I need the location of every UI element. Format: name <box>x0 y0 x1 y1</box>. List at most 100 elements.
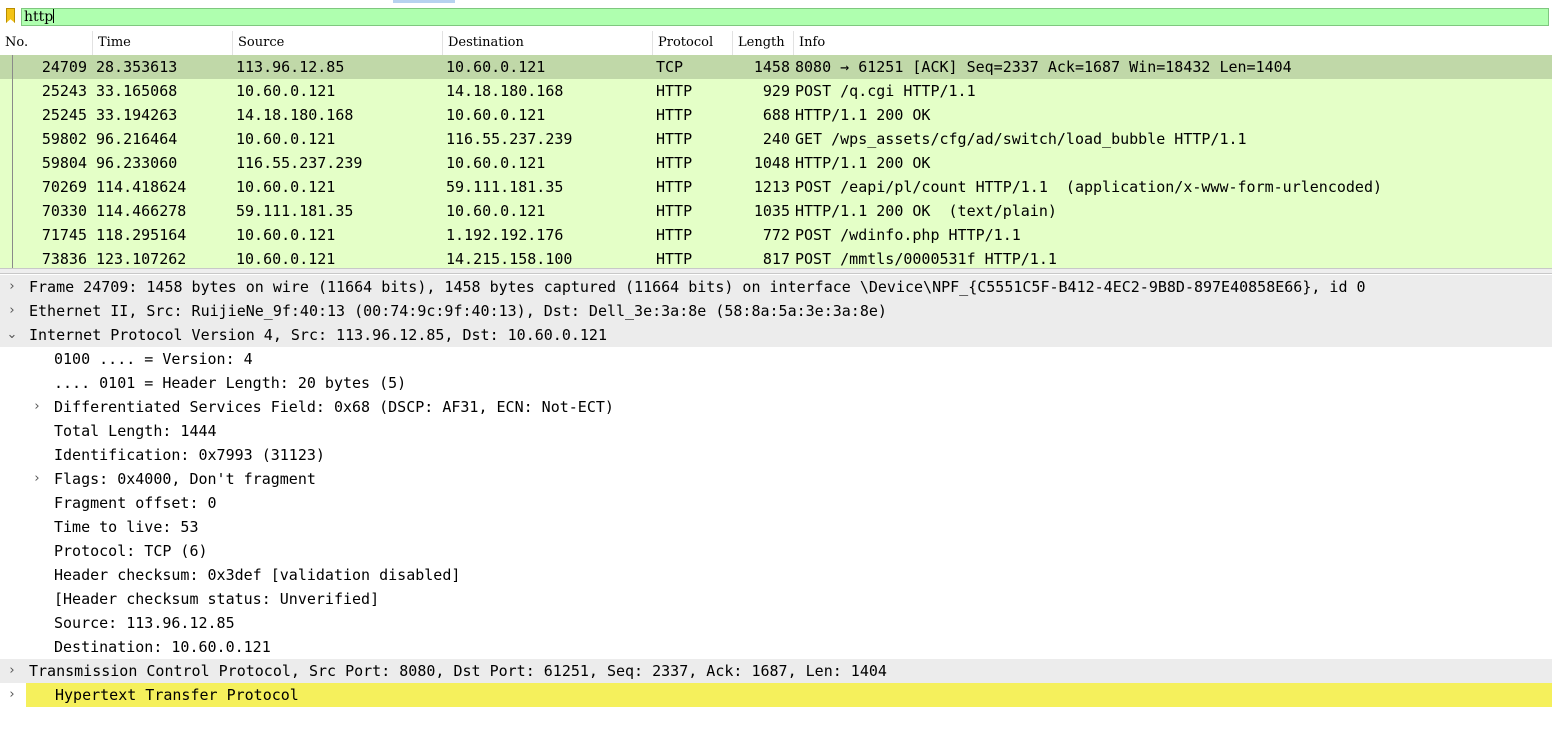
tree-node[interactable]: › Hypertext Transfer Protocol <box>9 683 1552 707</box>
collapsed-arrow-icon[interactable]: › <box>31 395 43 419</box>
packet-time: 33.165068 <box>96 82 178 100</box>
packet-time: 33.194263 <box>96 106 178 124</box>
packet-no: 70330 <box>41 202 87 220</box>
packet-info: 8080 → 61251 [ACK] Seq=2337 Ack=1687 Win… <box>795 58 1292 76</box>
tree-field[interactable]: Protocol: TCP (6) <box>0 539 1552 563</box>
packet-time: 114.418624 <box>96 178 187 196</box>
packet-length: 817 <box>762 250 790 268</box>
tree-node[interactable]: › Ethernet II, Src: RuijieNe_9f:40:13 (00… <box>0 299 1552 323</box>
tree-field[interactable]: [Header checksum status: Unverified] <box>0 587 1552 611</box>
collapsed-arrow-icon[interactable]: › <box>31 467 43 491</box>
packet-row[interactable]: 70330 114.466278 59.111.181.35 10.60.0.121 H… <box>0 199 1552 223</box>
packet-time: 28.353613 <box>96 58 178 76</box>
packet-source: 10.60.0.121 <box>236 130 336 148</box>
packet-source: 14.18.180.168 <box>236 106 354 124</box>
tree-field[interactable]: Fragment offset: 0 <box>0 491 1552 515</box>
tree-label: Ethernet II, Src: RuijieNe_9f:40:13 (00:… <box>29 302 887 320</box>
packet-row[interactable]: 59804 96.233060 116.55.237.239 10.60.0.121 H… <box>0 151 1552 175</box>
pane-splitter[interactable] <box>0 268 1552 274</box>
packet-info: GET /wps_assets/cfg/ad/switch/load_bubbl… <box>795 130 1247 148</box>
packet-length: 929 <box>762 82 790 100</box>
packet-source: 10.60.0.121 <box>236 82 336 100</box>
packet-destination: 10.60.0.121 <box>446 202 546 220</box>
packet-source: 113.96.12.85 <box>236 58 345 76</box>
packet-protocol: HTTP <box>656 226 693 244</box>
packet-protocol: HTTP <box>656 130 693 148</box>
packet-length: 1458 <box>753 58 790 76</box>
packet-time: 114.466278 <box>96 202 187 220</box>
tree-label: Frame 24709: 1458 bytes on wire (11664 b… <box>29 278 1366 296</box>
display-filter-input[interactable]: http <box>21 8 1549 26</box>
packet-length: 1048 <box>753 154 790 172</box>
tree-label: Protocol: TCP (6) <box>54 542 208 560</box>
packet-no: 71745 <box>41 226 87 244</box>
tree-field[interactable]: .... 0101 = Header Length: 20 bytes (5) <box>0 371 1552 395</box>
packet-list: 24709 28.353613 113.96.12.85 10.60.0.121 TCP… <box>0 55 1552 268</box>
packet-row[interactable]: 25245 33.194263 14.18.180.168 10.60.0.121 HT… <box>0 103 1552 127</box>
packet-length: 688 <box>762 106 790 124</box>
tree-field[interactable]: › Differentiated Services Field: 0x68 (DS… <box>0 395 1552 419</box>
packet-details-tree: › Frame 24709: 1458 bytes on wire (11664 … <box>0 275 1552 738</box>
tree-field[interactable]: Total Length: 1444 <box>0 419 1552 443</box>
packet-list-header: No. Time Source Destination Protocol Len… <box>0 31 1552 56</box>
packet-info: POST /wdinfo.php HTTP/1.1 <box>795 226 1021 244</box>
tree-node[interactable]: › Transmission Control Protocol, Src Port… <box>0 659 1552 683</box>
packet-protocol: HTTP <box>656 154 693 172</box>
collapsed-arrow-icon[interactable]: › <box>6 683 18 707</box>
packet-row[interactable]: 25243 33.165068 10.60.0.121 14.18.180.168 HT… <box>0 79 1552 103</box>
packet-row[interactable]: 73836 123.107262 10.60.0.121 14.215.158.100… <box>0 247 1552 268</box>
bookmark-icon[interactable] <box>6 8 15 23</box>
tree-field[interactable]: › Flags: 0x4000, Don't fragment <box>0 467 1552 491</box>
tree-label: Internet Protocol Version 4, Src: 113.96… <box>29 326 607 344</box>
column-header-protocol[interactable]: Protocol <box>653 31 733 55</box>
collapsed-arrow-icon[interactable]: › <box>6 659 18 683</box>
tree-field[interactable]: Time to live: 53 <box>0 515 1552 539</box>
tree-label: Flags: 0x4000, Don't fragment <box>54 470 316 488</box>
tree-label: Fragment offset: 0 <box>54 494 217 512</box>
tree-label: Header checksum: 0x3def [validation disa… <box>54 566 461 584</box>
collapsed-arrow-icon[interactable]: › <box>6 275 18 299</box>
packet-no: 24709 <box>41 58 87 76</box>
tree-node[interactable]: › Frame 24709: 1458 bytes on wire (11664 … <box>0 275 1552 299</box>
packet-row[interactable]: 71745 118.295164 10.60.0.121 1.192.192.176 H… <box>0 223 1552 247</box>
packet-time: 96.233060 <box>96 154 178 172</box>
column-header-source[interactable]: Source <box>233 31 443 55</box>
packet-destination: 10.60.0.121 <box>446 154 546 172</box>
packet-no: 25243 <box>41 82 87 100</box>
column-header-time[interactable]: Time <box>93 31 233 55</box>
tree-field[interactable]: 0100 .... = Version: 4 <box>0 347 1552 371</box>
packet-row[interactable]: 59802 96.216464 10.60.0.121 116.55.237.239 H… <box>0 127 1552 151</box>
column-header-info[interactable]: Info <box>794 31 1552 55</box>
column-header-length[interactable]: Length <box>733 31 794 55</box>
tree-label: Time to live: 53 <box>54 518 199 536</box>
collapsed-arrow-icon[interactable]: › <box>6 299 18 323</box>
packet-info: HTTP/1.1 200 OK <box>795 106 931 124</box>
packet-no: 70269 <box>41 178 87 196</box>
tree-field[interactable]: Header checksum: 0x3def [validation disa… <box>0 563 1552 587</box>
packet-no: 73836 <box>41 250 87 268</box>
tree-node[interactable]: ⌄ Internet Protocol Version 4, Src: 113.9… <box>0 323 1552 347</box>
tree-field[interactable]: Source: 113.96.12.85 <box>0 611 1552 635</box>
packet-source: 116.55.237.239 <box>236 154 363 172</box>
tree-label: .... 0101 = Header Length: 20 bytes (5) <box>54 374 407 392</box>
column-header-no[interactable]: No. <box>0 31 93 55</box>
column-header-destination[interactable]: Destination <box>443 31 653 55</box>
tree-field[interactable]: Identification: 0x7993 (31123) <box>0 443 1552 467</box>
packet-destination: 1.192.192.176 <box>446 226 564 244</box>
packet-info: POST /q.cgi HTTP/1.1 <box>795 82 976 100</box>
packet-length: 772 <box>762 226 790 244</box>
packet-source: 10.60.0.121 <box>236 178 336 196</box>
tree-label: Identification: 0x7993 (31123) <box>54 446 325 464</box>
packet-no: 59804 <box>41 154 87 172</box>
packet-row[interactable]: 70269 114.418624 10.60.0.121 59.111.181.35 H… <box>0 175 1552 199</box>
packet-row[interactable]: 24709 28.353613 113.96.12.85 10.60.0.121 TCP… <box>0 55 1552 79</box>
packet-length: 1035 <box>753 202 790 220</box>
tree-field[interactable]: Destination: 10.60.0.121 <box>0 635 1552 659</box>
window-top-strip <box>393 0 455 3</box>
packet-time: 123.107262 <box>96 250 187 268</box>
expanded-arrow-icon[interactable]: ⌄ <box>6 323 18 347</box>
packet-length: 240 <box>762 130 790 148</box>
packet-protocol: TCP <box>656 58 684 76</box>
packet-source: 59.111.181.35 <box>236 202 354 220</box>
packet-destination: 59.111.181.35 <box>446 178 564 196</box>
